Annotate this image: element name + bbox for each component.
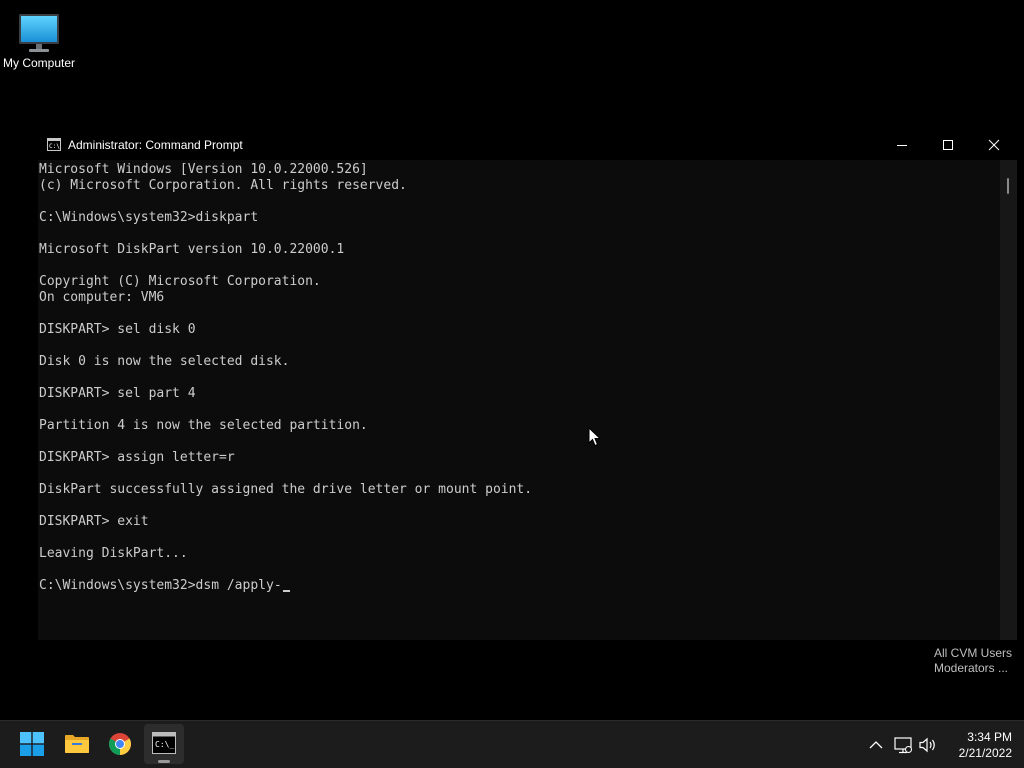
clock-date: 2/21/2022 bbox=[958, 746, 1012, 760]
console-line: Microsoft Windows [Version 10.0.22000.52… bbox=[39, 162, 368, 177]
console-line: Leaving DiskPart... bbox=[39, 546, 188, 561]
console-line: DISKPART> sel part 4 bbox=[39, 386, 196, 401]
window-titlebar[interactable]: C:\ Administrator: Command Prompt bbox=[38, 130, 1017, 160]
console-line: DISKPART> sel disk 0 bbox=[39, 322, 196, 337]
console-lines: Microsoft Windows [Version 10.0.22000.52… bbox=[39, 162, 532, 594]
close-icon bbox=[988, 139, 1000, 151]
window-title: Administrator: Command Prompt bbox=[68, 138, 243, 152]
cmd-icon: C:\_ bbox=[152, 732, 176, 754]
desktop-icon-label: My Computer bbox=[2, 56, 76, 70]
mouse-cursor-icon bbox=[588, 427, 601, 447]
chrome-icon bbox=[109, 733, 131, 755]
scrollbar-thumb[interactable] bbox=[1007, 178, 1009, 194]
start-button[interactable] bbox=[12, 724, 52, 764]
volume-icon[interactable] bbox=[918, 735, 938, 755]
console-line: Disk 0 is now the selected disk. bbox=[39, 354, 290, 369]
command-prompt-window[interactable]: C:\ Administrator: Command Prompt Micros… bbox=[38, 130, 1017, 640]
text-caret bbox=[282, 590, 290, 592]
taskbar-chrome[interactable] bbox=[100, 724, 140, 764]
svg-text:C:\: C:\ bbox=[49, 143, 60, 150]
svg-text:C:\_: C:\_ bbox=[155, 740, 174, 749]
console-output[interactable]: Microsoft Windows [Version 10.0.22000.52… bbox=[38, 160, 1000, 640]
console-line: DISKPART> exit bbox=[39, 514, 149, 529]
watermark-line-2: Moderators ... bbox=[933, 661, 1009, 675]
console-line: Microsoft DiskPart version 10.0.22000.1 bbox=[39, 242, 345, 257]
vertical-scrollbar[interactable] bbox=[1000, 160, 1017, 640]
active-app-indicator bbox=[158, 760, 170, 763]
maximize-icon bbox=[943, 140, 953, 150]
watermark: All CVM Users Moderators ... bbox=[934, 646, 1012, 676]
chevron-up-icon[interactable] bbox=[866, 735, 886, 755]
minimize-button[interactable] bbox=[879, 130, 925, 160]
minimize-icon bbox=[897, 145, 907, 146]
console-line: Partition 4 is now the selected partitio… bbox=[39, 418, 368, 433]
taskbar-clock[interactable]: 3:34 PM 2/21/2022 bbox=[946, 729, 1012, 761]
monitor-icon bbox=[19, 14, 59, 52]
watermark-line-1: All CVM Users bbox=[933, 646, 1012, 660]
console-prompt-line[interactable]: C:\Windows\system32>dsm /apply- bbox=[39, 578, 532, 594]
desktop-icon-my-computer[interactable]: My Computer bbox=[0, 8, 78, 70]
console-line: C:\Windows\system32>diskpart bbox=[39, 210, 259, 225]
taskbar-file-explorer[interactable] bbox=[56, 724, 96, 764]
folder-icon bbox=[65, 735, 89, 753]
network-icon[interactable] bbox=[893, 735, 913, 755]
taskbar-command-prompt[interactable]: C:\_ bbox=[144, 724, 184, 764]
taskbar: C:\_ 3:34 PM 2/21/2022 bbox=[0, 720, 1024, 768]
console-line: (c) Microsoft Corporation. All rights re… bbox=[39, 178, 407, 193]
console-line: Copyright (C) Microsoft Corporation. bbox=[39, 274, 321, 289]
console-line: DISKPART> assign letter=r bbox=[39, 450, 235, 465]
clock-time: 3:34 PM bbox=[967, 730, 1012, 744]
cmd-icon: C:\ bbox=[47, 138, 61, 151]
console-line: DiskPart successfully assigned the drive… bbox=[39, 482, 533, 497]
console-input[interactable]: dsm /apply- bbox=[196, 578, 282, 593]
maximize-button[interactable] bbox=[925, 130, 971, 160]
close-button[interactable] bbox=[971, 130, 1017, 160]
desktop: My Computer C:\ Administrator: Command P… bbox=[0, 0, 1024, 720]
console-prompt: C:\Windows\system32> bbox=[39, 578, 196, 593]
console-line: On computer: VM6 bbox=[39, 290, 165, 305]
windows-start-icon bbox=[20, 732, 44, 756]
